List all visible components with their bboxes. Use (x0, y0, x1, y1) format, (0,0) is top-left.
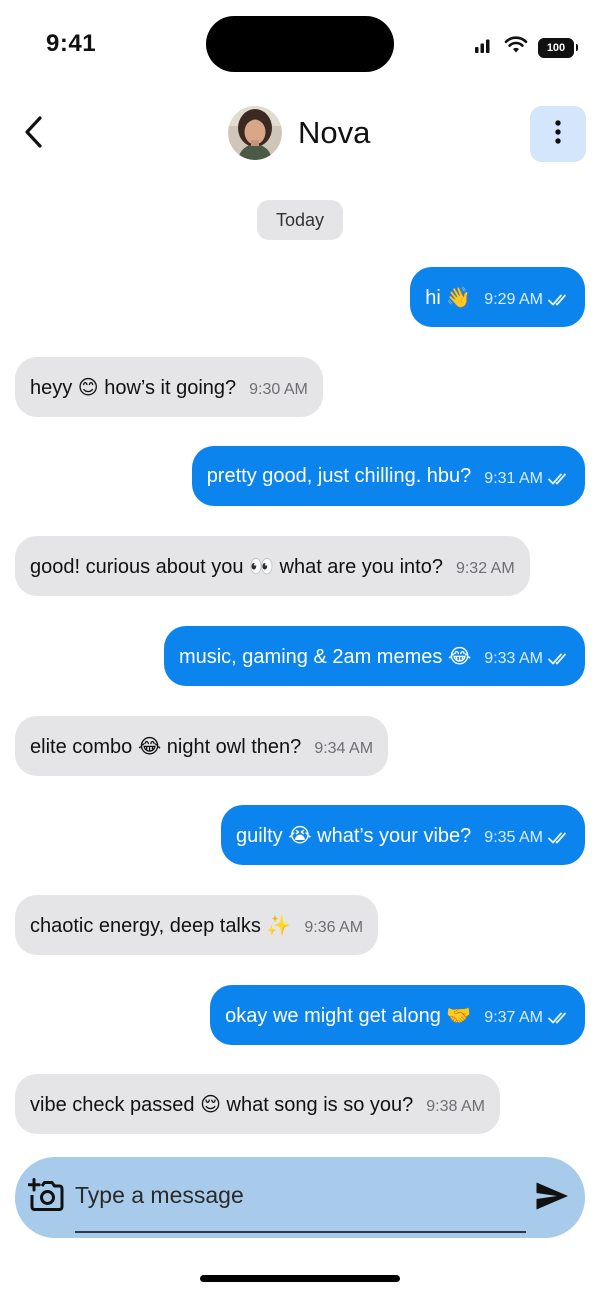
outgoing-message[interactable]: pretty good, just chilling. hbu? 9:31 AM (191, 446, 585, 506)
message-time: 9:35 AM (484, 829, 543, 846)
message-input[interactable] (75, 1175, 525, 1215)
outgoing-message[interactable]: guilty 😭 what’s your vibe? 9:35 AM (220, 805, 585, 865)
message-text: hi 👋 (425, 286, 472, 309)
message-composer (15, 1157, 585, 1238)
incoming-message[interactable]: vibe check passed 😌 what song is so you?… (15, 1074, 500, 1134)
battery-level: 100 (546, 41, 566, 54)
double-check-icon (548, 1011, 570, 1025)
battery-indicator: 100 (538, 37, 578, 58)
message-text: good! curious about you 👀 what are you i… (30, 555, 443, 578)
message-time: 9:33 AM (484, 650, 543, 667)
message-text: music, gaming & 2am memes 😂 (178, 645, 472, 668)
chat-header: Nova (0, 100, 600, 168)
message-time: 9:38 AM (426, 1098, 485, 1115)
outgoing-message[interactable]: okay we might get along 🤝 9:37 AM (210, 985, 585, 1045)
wifi-icon (504, 36, 528, 59)
status-bar: 9:41 100 (0, 0, 600, 90)
incoming-message[interactable]: heyy 😊 how’s it going? 9:30 AM (15, 357, 323, 417)
more-options-button[interactable] (530, 106, 586, 162)
dynamic-island (206, 16, 394, 72)
cellular-signal-icon (474, 36, 494, 59)
send-icon (535, 1181, 569, 1216)
message-time: 9:29 AM (484, 291, 543, 308)
outgoing-message[interactable]: hi 👋 9:29 AM (410, 267, 585, 327)
send-button[interactable] (531, 1177, 573, 1219)
message-text: chaotic energy, deep talks ✨ (30, 914, 292, 937)
chevron-left-icon (23, 115, 45, 154)
message-time: 9:34 AM (314, 740, 374, 757)
message-time: 9:32 AM (455, 560, 515, 577)
message-text: heyy 😊 how’s it going? (30, 376, 237, 399)
home-indicator (200, 1275, 400, 1282)
contact-name: Nova (298, 115, 371, 150)
status-time: 9:41 (46, 30, 97, 57)
message-text: elite combo 😂 night owl then? (30, 735, 302, 758)
message-time: 9:37 AM (484, 1009, 543, 1026)
outgoing-message[interactable]: music, gaming & 2am memes 😂 9:33 AM (163, 626, 585, 686)
message-text: okay we might get along 🤝 (225, 1004, 472, 1027)
incoming-message[interactable]: good! curious about you 👀 what are you i… (15, 536, 530, 596)
input-underline (75, 1231, 526, 1233)
more-vertical-icon (554, 119, 562, 150)
avatar (228, 106, 282, 160)
message-time: 9:31 AM (484, 470, 543, 487)
message-text: pretty good, just chilling. hbu? (206, 464, 472, 487)
message-time: 9:36 AM (304, 919, 364, 936)
status-icons: 100 (474, 36, 578, 59)
add-photo-button[interactable] (25, 1177, 67, 1217)
double-check-icon (548, 831, 570, 845)
incoming-message[interactable]: elite combo 😂 night owl then? 9:34 AM (15, 716, 389, 776)
double-check-icon (548, 652, 570, 666)
date-separator: Today (257, 200, 343, 240)
incoming-message[interactable]: chaotic energy, deep talks ✨ 9:36 AM (15, 895, 379, 955)
add-photo-icon (27, 1177, 64, 1217)
message-text: vibe check passed 😌 what song is so you? (30, 1093, 414, 1116)
double-check-icon (548, 293, 570, 307)
back-button[interactable] (12, 110, 56, 158)
double-check-icon (548, 472, 570, 486)
contact-info[interactable]: Nova (228, 106, 370, 160)
message-time: 9:30 AM (249, 381, 308, 398)
message-text: guilty 😭 what’s your vibe? (235, 824, 472, 847)
